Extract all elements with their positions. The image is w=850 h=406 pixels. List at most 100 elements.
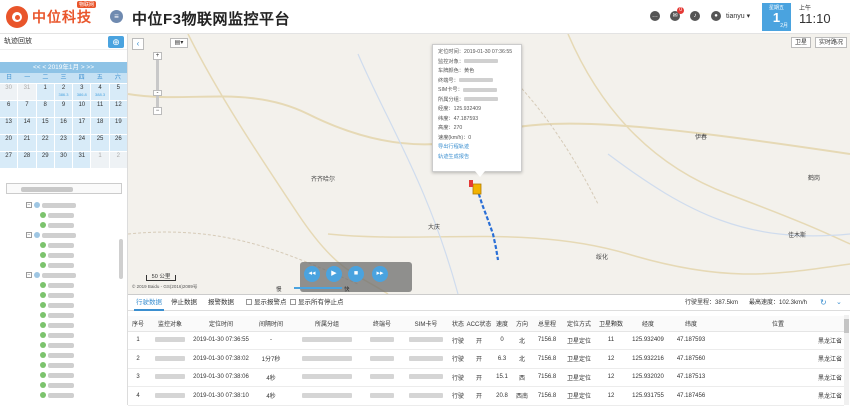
calendar-day[interactable]: 19 — [109, 118, 127, 134]
stop-button[interactable]: ■ — [348, 266, 364, 282]
tab-alarm-data[interactable]: 报警数据 — [208, 295, 234, 311]
tree-row[interactable] — [0, 220, 127, 230]
tree-scrollbar[interactable] — [119, 239, 123, 279]
popup-row-value: 270 — [453, 125, 463, 131]
calendar-day[interactable]: 25 — [91, 135, 109, 151]
tree-row[interactable] — [0, 330, 127, 340]
tree-toggle-icon[interactable]: − — [26, 272, 32, 278]
calendar-day[interactable]: 23 — [54, 135, 73, 151]
tree-row[interactable] — [0, 240, 127, 250]
calendar-day[interactable]: 31 — [73, 152, 91, 168]
calendar-day[interactable]: 12 — [109, 101, 127, 117]
calendar-day[interactable]: 28 — [18, 152, 36, 168]
tree-row[interactable] — [0, 370, 127, 380]
tree-row[interactable]: − — [0, 200, 127, 210]
bell-icon[interactable]: ♪ — [690, 11, 700, 21]
tab-stop-data[interactable]: 停止数据 — [171, 295, 197, 311]
calendar-day[interactable]: 24 — [73, 135, 91, 151]
calendar-day[interactable]: 6 — [0, 101, 18, 117]
calendar-day[interactable]: 10 — [73, 101, 91, 117]
calendar-day[interactable]: 14 — [18, 118, 36, 134]
calendar-day[interactable]: 20 — [0, 135, 18, 151]
calendar-day[interactable]: 22 — [36, 135, 54, 151]
popup-link-report[interactable]: 轨迹生成报告 — [438, 153, 516, 163]
map-scale: 50 公里 — [146, 274, 176, 281]
tree-row[interactable] — [0, 210, 127, 220]
show-all-stops-checkbox[interactable]: 显示所有停止点 — [290, 295, 344, 311]
calendar-day[interactable]: 15 — [36, 118, 54, 134]
zoom-handle[interactable]: - — [153, 90, 162, 96]
calendar-day[interactable]: 3 386.8 — [73, 84, 91, 100]
calendar-day[interactable]: 26 — [109, 135, 127, 151]
calendar-day[interactable]: 27 — [0, 152, 18, 168]
calendar-day[interactable]: 11 — [91, 101, 109, 117]
collapse-panel-button[interactable]: ‹ — [132, 38, 144, 50]
mail-icon[interactable]: ✉ 0 — [670, 7, 684, 21]
tree-row[interactable] — [0, 250, 127, 260]
calendar-day[interactable]: 16 — [54, 118, 73, 134]
calendar-day[interactable]: 13 — [0, 118, 18, 134]
calendar-day[interactable]: 18 — [91, 118, 109, 134]
zoom-out-button[interactable]: − — [153, 107, 162, 115]
table-row[interactable]: 2 2019-01-30 07:38:02 1分7秒 行驶开 6.3 北 7156.8 卫星定… — [128, 349, 844, 369]
calendar-day[interactable]: 2 386.3 — [54, 84, 73, 100]
tab-driving-data[interactable]: 行驶数据 — [134, 295, 164, 311]
rewind-button[interactable]: ◂◂ — [304, 266, 320, 282]
calendar-day[interactable]: 29 — [36, 152, 54, 168]
tree-row[interactable] — [0, 380, 127, 390]
tree-row[interactable] — [0, 340, 127, 350]
calendar-day[interactable]: 1 — [36, 84, 54, 100]
speed-slider[interactable] — [294, 287, 342, 289]
tree-row[interactable] — [0, 260, 127, 270]
tree-row[interactable] — [0, 390, 127, 400]
calendar-day[interactable]: 1 — [91, 152, 109, 168]
calendar-day[interactable]: 30 — [54, 152, 73, 168]
menu-toggle-button[interactable]: ≡ — [110, 10, 123, 23]
map-layer-button[interactable]: ▤▾ — [170, 38, 188, 48]
tree-row[interactable] — [0, 360, 127, 370]
zoom-in-button[interactable]: + — [153, 52, 162, 60]
refresh-icon[interactable]: ↻ — [820, 298, 827, 307]
zoom-slider[interactable] — [156, 56, 159, 108]
table-cell: 7156.8 — [532, 331, 562, 350]
satellite-button[interactable]: 卫星 — [791, 37, 811, 48]
chat-icon[interactable]: … — [650, 11, 660, 21]
tree-toggle-icon[interactable]: − — [26, 202, 32, 208]
calendar-day[interactable]: 2 — [109, 152, 127, 168]
popup-link-export[interactable]: 导出行程轨迹 — [438, 143, 516, 153]
user-icon[interactable]: ● — [711, 11, 721, 21]
calendar-day[interactable]: 7 — [18, 101, 36, 117]
map-view[interactable]: ‹ ▤▾ + - − 卫星 实时路况 齐齐哈尔 大庆 伊春 鹤岗 绥化 佳木斯 定位时间：… — [128, 34, 850, 294]
table-row[interactable]: 1 2019-01-30 07:36:55- 行驶开 0 北 7156.8 卫星定位 11 12… — [128, 331, 844, 350]
add-location-button[interactable]: ⊕ — [108, 36, 124, 48]
vehicle-search-input[interactable] — [6, 183, 122, 194]
tree-row[interactable] — [0, 310, 127, 320]
calendar-day[interactable]: 31 — [18, 84, 36, 100]
calendar-day[interactable]: 5 — [109, 84, 127, 100]
fast-forward-button[interactable]: ▸▸ — [372, 266, 388, 282]
calendar-day[interactable]: 17 — [73, 118, 91, 134]
play-button[interactable]: ▶ — [326, 266, 342, 282]
table-scrollbar-thumb[interactable] — [844, 319, 849, 333]
calendar-day[interactable]: 9 — [54, 101, 73, 117]
tree-row[interactable] — [0, 320, 127, 330]
tree-toggle-icon[interactable]: − — [26, 232, 32, 238]
tree-row[interactable] — [0, 280, 127, 290]
calendar-day[interactable]: 21 — [18, 135, 36, 151]
tree-row[interactable]: − — [0, 230, 127, 240]
calendar-day[interactable]: 4 388.3 — [91, 84, 109, 100]
tree-row[interactable] — [0, 350, 127, 360]
tree-row[interactable] — [0, 300, 127, 310]
chevron-down-icon[interactable]: ⌄ — [836, 298, 842, 306]
calendar-day[interactable]: 30 — [0, 84, 18, 100]
traffic-button[interactable]: 实时路况 — [815, 37, 847, 48]
table-row[interactable]: 3 2019-01-30 07:38:06 4秒 行驶开 15.1 西 7156.8 卫星定位… — [128, 368, 844, 387]
username-dropdown[interactable]: tianyu ▾ — [726, 12, 750, 20]
table-scrollbar[interactable] — [844, 315, 849, 405]
tree-row[interactable] — [0, 290, 127, 300]
show-alarm-points-checkbox[interactable]: 显示报警点 — [246, 295, 287, 311]
table-row[interactable]: 4 2019-01-30 07:38:10 4秒 行驶开 20.8 西南 7156.8 卫星定… — [128, 386, 844, 406]
calendar-nav[interactable]: << < 2019年1月 > >> — [0, 62, 127, 73]
tree-row[interactable]: − — [0, 270, 127, 280]
calendar-day[interactable]: 8 — [36, 101, 54, 117]
